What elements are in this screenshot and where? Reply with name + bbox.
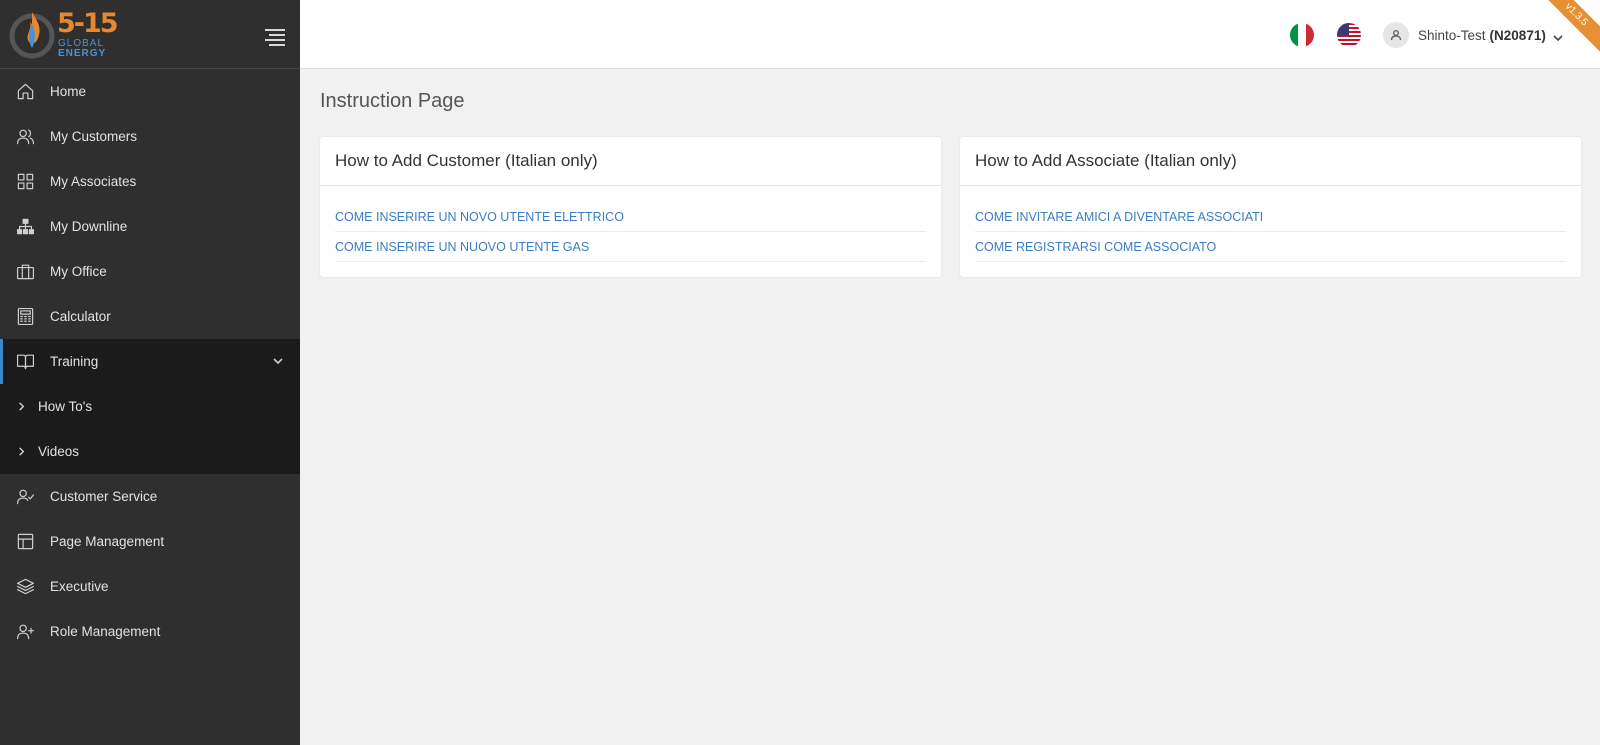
sidebar-item-training[interactable]: Training: [0, 339, 300, 384]
chevron-down-icon: [1553, 30, 1563, 42]
sidebar-item-label: My Associates: [50, 174, 137, 189]
flame-logo-icon: [9, 12, 55, 59]
briefcase-icon: [15, 262, 35, 282]
sidebar-item-label: Calculator: [50, 309, 111, 324]
user-plus-icon: [15, 622, 35, 642]
page-title: Instruction Page: [320, 90, 465, 112]
sidebar-item-label: Role Management: [50, 624, 161, 639]
chevron-down-icon: [272, 355, 284, 367]
logo-subtext-energy: ENERGY: [58, 48, 107, 59]
sidebar-subitem-videos[interactable]: Videos: [0, 429, 300, 474]
card-add-customer: How to Add Customer (Italian only) COME …: [320, 137, 941, 277]
sidebar-item-label: My Office: [50, 264, 107, 279]
card-body: COME INSERIRE UN NOVO UTENTE ELETTRICO C…: [320, 186, 941, 262]
instruction-link[interactable]: COME INSERIRE UN NUOVO UTENTE GAS: [335, 232, 926, 262]
user-menu[interactable]: Shinto-Test (N20871): [1383, 22, 1563, 48]
book-open-icon: [15, 352, 35, 372]
usa-flag-icon[interactable]: [1337, 23, 1361, 47]
home-icon: [15, 82, 35, 102]
instruction-link[interactable]: COME REGISTRARSI COME ASSOCIATO: [975, 232, 1566, 262]
sidebar: 5-15 GLOBAL ENERGY Home My Customers My …: [0, 0, 300, 745]
sidebar-subitem-label: How To's: [38, 399, 93, 414]
instruction-link[interactable]: COME INSERIRE UN NOVO UTENTE ELETTRICO: [335, 202, 926, 232]
sidebar-subitem-how-tos[interactable]: How To's: [0, 384, 300, 429]
sidebar-item-role-management[interactable]: Role Management: [0, 609, 300, 654]
menu-toggle-icon[interactable]: [265, 29, 285, 46]
sidebar-header: 5-15 GLOBAL ENERGY: [0, 0, 300, 69]
sidebar-item-customer-service[interactable]: Customer Service: [0, 474, 300, 519]
hierarchy-icon: [15, 217, 35, 237]
sidebar-item-label: Training: [50, 354, 99, 369]
avatar: [1383, 22, 1409, 48]
chevron-right-icon: [17, 402, 27, 412]
sidebar-nav: Home My Customers My Associates My Downl…: [0, 69, 300, 654]
grid-icon: [15, 172, 35, 192]
card-title: How to Add Associate (Italian only): [960, 137, 1581, 186]
instruction-link[interactable]: COME INVITARE AMICI A DIVENTARE ASSOCIAT…: [975, 202, 1566, 232]
sidebar-item-page-management[interactable]: Page Management: [0, 519, 300, 564]
sidebar-item-executive[interactable]: Executive: [0, 564, 300, 609]
sidebar-item-my-customers[interactable]: My Customers: [0, 114, 300, 159]
user-name: Shinto-Test: [1418, 27, 1486, 43]
sidebar-item-label: Executive: [50, 579, 109, 594]
calculator-icon: [15, 307, 35, 327]
user-check-icon: [15, 487, 35, 507]
sidebar-item-label: My Downline: [50, 219, 128, 234]
users-icon: [15, 127, 35, 147]
sidebar-item-label: Customer Service: [50, 489, 158, 504]
italy-flag-icon[interactable]: [1290, 23, 1314, 47]
layout-icon: [15, 532, 35, 552]
card-body: COME INVITARE AMICI A DIVENTARE ASSOCIAT…: [960, 186, 1581, 262]
top-bar: Shinto-Test (N20871) v1.3.5: [300, 0, 1600, 69]
layers-icon: [15, 577, 35, 597]
card-title: How to Add Customer (Italian only): [320, 137, 941, 186]
brand-logo[interactable]: 5-15 GLOBAL ENERGY: [8, 8, 119, 62]
sidebar-item-home[interactable]: Home: [0, 69, 300, 114]
card-add-associate: How to Add Associate (Italian only) COME…: [960, 137, 1581, 277]
user-icon: [1390, 30, 1402, 41]
logo-text: 5-15: [57, 8, 119, 39]
sidebar-item-my-associates[interactable]: My Associates: [0, 159, 300, 204]
sidebar-item-my-downline[interactable]: My Downline: [0, 204, 300, 249]
sidebar-subitem-label: Videos: [38, 444, 80, 459]
sidebar-item-label: My Customers: [50, 129, 138, 144]
sidebar-item-label: Page Management: [50, 534, 165, 549]
sidebar-item-my-office[interactable]: My Office: [0, 249, 300, 294]
user-id: (N20871): [1489, 27, 1546, 43]
sidebar-item-calculator[interactable]: Calculator: [0, 294, 300, 339]
chevron-right-icon: [17, 447, 27, 457]
sidebar-item-label: Home: [50, 84, 87, 99]
